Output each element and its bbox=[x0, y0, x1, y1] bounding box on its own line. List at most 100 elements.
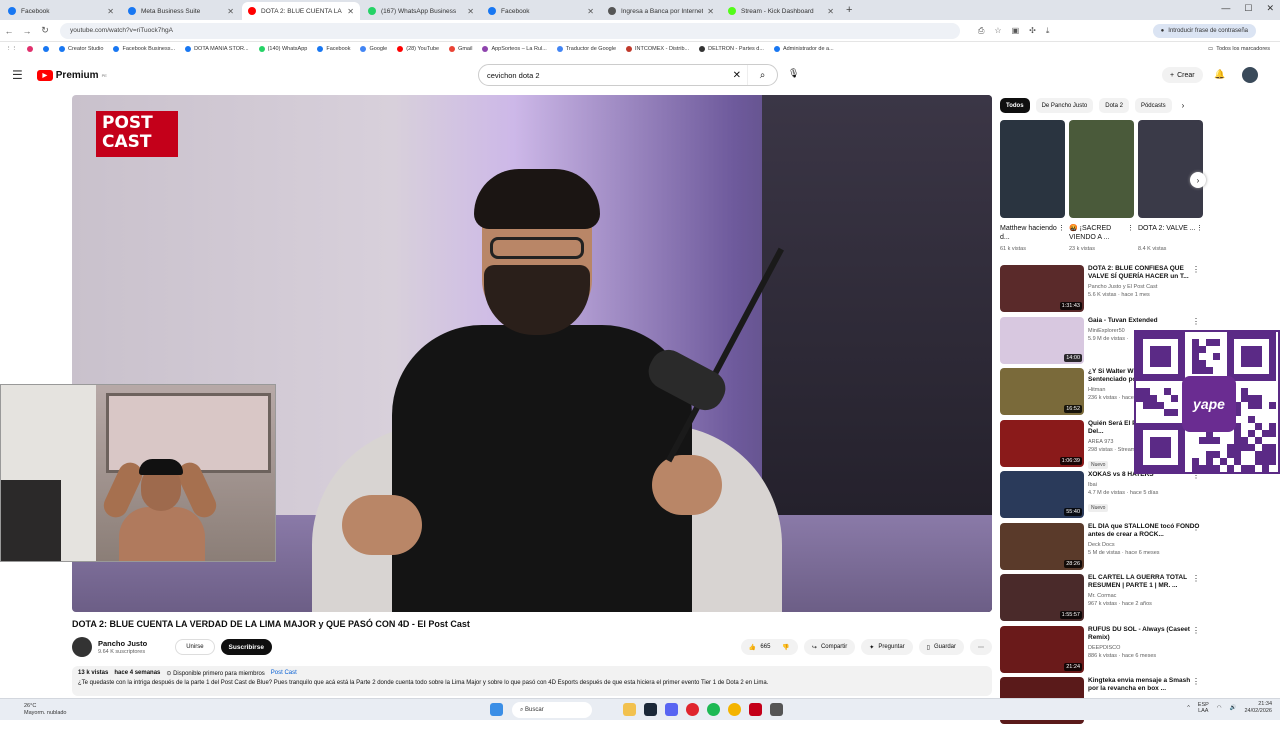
menu-icon[interactable]: ☰ bbox=[12, 68, 23, 82]
more-options-icon[interactable]: ⋮ bbox=[1192, 265, 1200, 274]
bookmark-item[interactable]: Creator Studio bbox=[59, 46, 103, 52]
recommendation-title[interactable]: Gaia - Tuvan Extended bbox=[1088, 317, 1200, 325]
recommendation-thumbnail[interactable]: 55:40 bbox=[1000, 471, 1084, 518]
account-avatar[interactable] bbox=[1242, 67, 1258, 83]
more-options-icon[interactable]: ⋮ bbox=[1196, 224, 1203, 242]
short-title[interactable]: Matthew haciendo d... bbox=[1000, 224, 1058, 242]
short-card[interactable]: 🤬 ¡SACRED VIENDO A ... ⋮ 23 k vistas bbox=[1069, 120, 1134, 252]
recommendation-channel[interactable]: Pancho Justo y El Post Cast bbox=[1088, 284, 1200, 290]
short-card[interactable]: Matthew haciendo d... ⋮ 61 k vistas bbox=[1000, 120, 1065, 252]
bookmark-item[interactable] bbox=[27, 46, 33, 52]
more-options-icon[interactable]: ⋮ bbox=[1058, 224, 1065, 242]
browser-tab[interactable]: Facebook ✕ bbox=[482, 2, 600, 20]
recommendation-title[interactable]: RÜFÜS DU SOL - Always (Caseet Remix) bbox=[1088, 626, 1200, 642]
save-button[interactable]: ▯ Guardar bbox=[918, 639, 964, 655]
browser-tab[interactable]: Meta Business Suite ✕ bbox=[122, 2, 240, 20]
bookmark-star-icon[interactable]: ☆ bbox=[994, 26, 1001, 36]
forward-icon[interactable]: → bbox=[18, 26, 36, 36]
puzzle-icon[interactable]: ✣ bbox=[1029, 26, 1036, 36]
browser-tab[interactable]: Stream - Kick Dashboard ✕ bbox=[722, 2, 840, 20]
more-options-icon[interactable]: ⋮ bbox=[1192, 677, 1200, 686]
recommendation-title[interactable]: Kingteka envia mensaje a Smash por la re… bbox=[1088, 677, 1200, 693]
short-title[interactable]: 🤬 ¡SACRED VIENDO A ... bbox=[1069, 224, 1127, 242]
bookmark-item[interactable]: Gmail bbox=[449, 46, 472, 52]
search-input[interactable]: cevichon dota 2 bbox=[487, 71, 540, 80]
recommendation-thumbnail[interactable]: 1:55:57 bbox=[1000, 574, 1084, 621]
recommendation-title[interactable]: EL CARTEL LA GUERRA TOTAL RESUMEN | PART… bbox=[1088, 574, 1200, 590]
search-icon[interactable]: ⌕ bbox=[747, 65, 777, 85]
more-options-icon[interactable]: ⋮ bbox=[1192, 626, 1200, 635]
minimize-icon[interactable]: — bbox=[1221, 3, 1230, 14]
extension-icon[interactable]: ▣ bbox=[1012, 26, 1020, 36]
browser-tab[interactable]: DOTA 2: BLUE CUENTA LA ✕ bbox=[242, 2, 360, 20]
url-field[interactable]: youtube.com/watch?v=riTuock7hgA bbox=[60, 22, 960, 39]
apps-icon[interactable]: ⋮⋮ bbox=[6, 46, 17, 52]
weather-widget[interactable]: 26°C Mayorm. nublado bbox=[24, 703, 67, 716]
filter-chip[interactable]: Dota 2 bbox=[1099, 98, 1129, 113]
recommendation-thumbnail[interactable]: 1:06:39 bbox=[1000, 419, 1084, 467]
more-options-icon[interactable]: ⋮ bbox=[1192, 523, 1200, 532]
short-thumbnail[interactable] bbox=[1000, 120, 1065, 218]
spotify-icon[interactable] bbox=[707, 703, 720, 716]
video-tag[interactable]: Post Cast bbox=[271, 670, 297, 677]
search-box[interactable]: cevichon dota 2 ✕ ⌕ bbox=[478, 64, 778, 86]
bookmark-item[interactable]: INTCOMEX - Distrib... bbox=[626, 46, 689, 52]
like-button[interactable]: 👍 665 👎 bbox=[740, 639, 798, 655]
recommendation-thumbnail[interactable]: 21:24 bbox=[1000, 625, 1084, 673]
more-options-icon[interactable]: ⋮ bbox=[1192, 317, 1200, 326]
filter-chip[interactable]: De Pancho Justo bbox=[1035, 98, 1094, 113]
join-button[interactable]: Unirse bbox=[175, 639, 215, 655]
tab-close-icon[interactable]: ✕ bbox=[587, 7, 594, 16]
bookmark-item[interactable]: Administrador de a... bbox=[773, 46, 834, 52]
download-icon[interactable]: ⤓ bbox=[1046, 26, 1050, 36]
bookmark-item[interactable]: DELTRON - Partes d... bbox=[699, 46, 764, 52]
recommendation-thumbnail[interactable]: 16:52 bbox=[1000, 368, 1084, 415]
channel-avatar[interactable] bbox=[72, 637, 92, 657]
browser-tab[interactable]: Ingresa a Banca por Internet | ✕ bbox=[602, 2, 720, 20]
shorts-next-icon[interactable]: › bbox=[1190, 172, 1206, 188]
file-explorer-icon[interactable] bbox=[623, 703, 636, 716]
start-icon[interactable] bbox=[490, 703, 503, 716]
recommendation-title[interactable]: EL DÍA que STALLONE tocó FONDO antes de … bbox=[1088, 523, 1200, 539]
maximize-icon[interactable]: ☐ bbox=[1244, 3, 1252, 14]
wifi-icon[interactable]: ◠ bbox=[1217, 705, 1222, 711]
more-actions-button[interactable]: ⋯ bbox=[970, 639, 992, 655]
recommendation-item[interactable]: 28:26 EL DÍA que STALLONE tocó FONDO ante… bbox=[1000, 522, 1200, 575]
recommendation-item[interactable]: 21:24 RÜFÜS DU SOL - Always (Caseet Remix… bbox=[1000, 625, 1200, 678]
chrome-icon[interactable] bbox=[728, 703, 741, 716]
tab-close-icon[interactable]: ✕ bbox=[227, 7, 234, 16]
bookmark-item[interactable]: Facebook bbox=[317, 46, 350, 52]
description-box[interactable]: 13 k vistas hace 4 semanas ⊙ Disponible … bbox=[72, 666, 992, 696]
youtube-logo[interactable]: ▶ Premium PE bbox=[36, 69, 107, 81]
tab-close-icon[interactable]: ✕ bbox=[467, 7, 474, 16]
bookmark-item[interactable]: Traductor de Google bbox=[556, 46, 616, 52]
clear-search-icon[interactable]: ✕ bbox=[733, 70, 741, 81]
recommendation-item[interactable]: 1:55:57 EL CARTEL LA GUERRA TOTAL RESUMEN… bbox=[1000, 574, 1200, 626]
filter-chip[interactable]: Todos bbox=[1000, 98, 1030, 113]
browser-tab[interactable]: Facebook ✕ bbox=[2, 2, 120, 20]
recommendation-channel[interactable]: Deck Docs bbox=[1088, 542, 1200, 548]
subscribe-button[interactable]: Suscribirse bbox=[220, 639, 272, 655]
recommendation-channel[interactable]: DEEPDISCO bbox=[1088, 645, 1200, 651]
back-icon[interactable]: ← bbox=[0, 26, 18, 36]
profile-pill[interactable]: ● Introducir frase de contraseña bbox=[1152, 23, 1256, 38]
recommendation-item[interactable]: 1:31:43 DOTA 2: BLUE CONFIESA QUE VALVE S… bbox=[1000, 265, 1200, 317]
more-options-icon[interactable]: ⋮ bbox=[1192, 574, 1200, 583]
all-bookmarks[interactable]: ▭ Todos los marcadores bbox=[1208, 46, 1270, 52]
install-icon[interactable]: ⎙ bbox=[978, 26, 984, 36]
recommendation-channel[interactable]: Mr. Cormac bbox=[1088, 593, 1200, 599]
short-title[interactable]: DOTA 2: VALVE ... bbox=[1138, 224, 1196, 242]
taskbar-search[interactable]: ⌕ Buscar bbox=[512, 702, 592, 718]
reload-icon[interactable]: ↻ bbox=[36, 25, 54, 36]
tray-chevron-icon[interactable]: ^ bbox=[1187, 705, 1190, 711]
browser-tab[interactable]: (167) WhatsApp Business ✕ bbox=[362, 2, 480, 20]
bookmark-item[interactable]: (28) YouTube bbox=[397, 46, 439, 52]
bookmark-item[interactable] bbox=[43, 46, 49, 52]
tab-close-icon[interactable]: ✕ bbox=[107, 7, 114, 16]
thumbs-down-icon[interactable]: 👎 bbox=[782, 644, 789, 651]
share-button[interactable]: ↪ Compartir bbox=[803, 639, 856, 655]
new-tab-button[interactable]: + bbox=[846, 4, 852, 16]
recommendation-title[interactable]: DOTA 2: BLUE CONFIESA QUE VALVE SÍ QUERÍ… bbox=[1088, 265, 1200, 281]
short-thumbnail[interactable] bbox=[1069, 120, 1134, 218]
bookmark-item[interactable]: (140) WhatsApp bbox=[258, 46, 307, 52]
